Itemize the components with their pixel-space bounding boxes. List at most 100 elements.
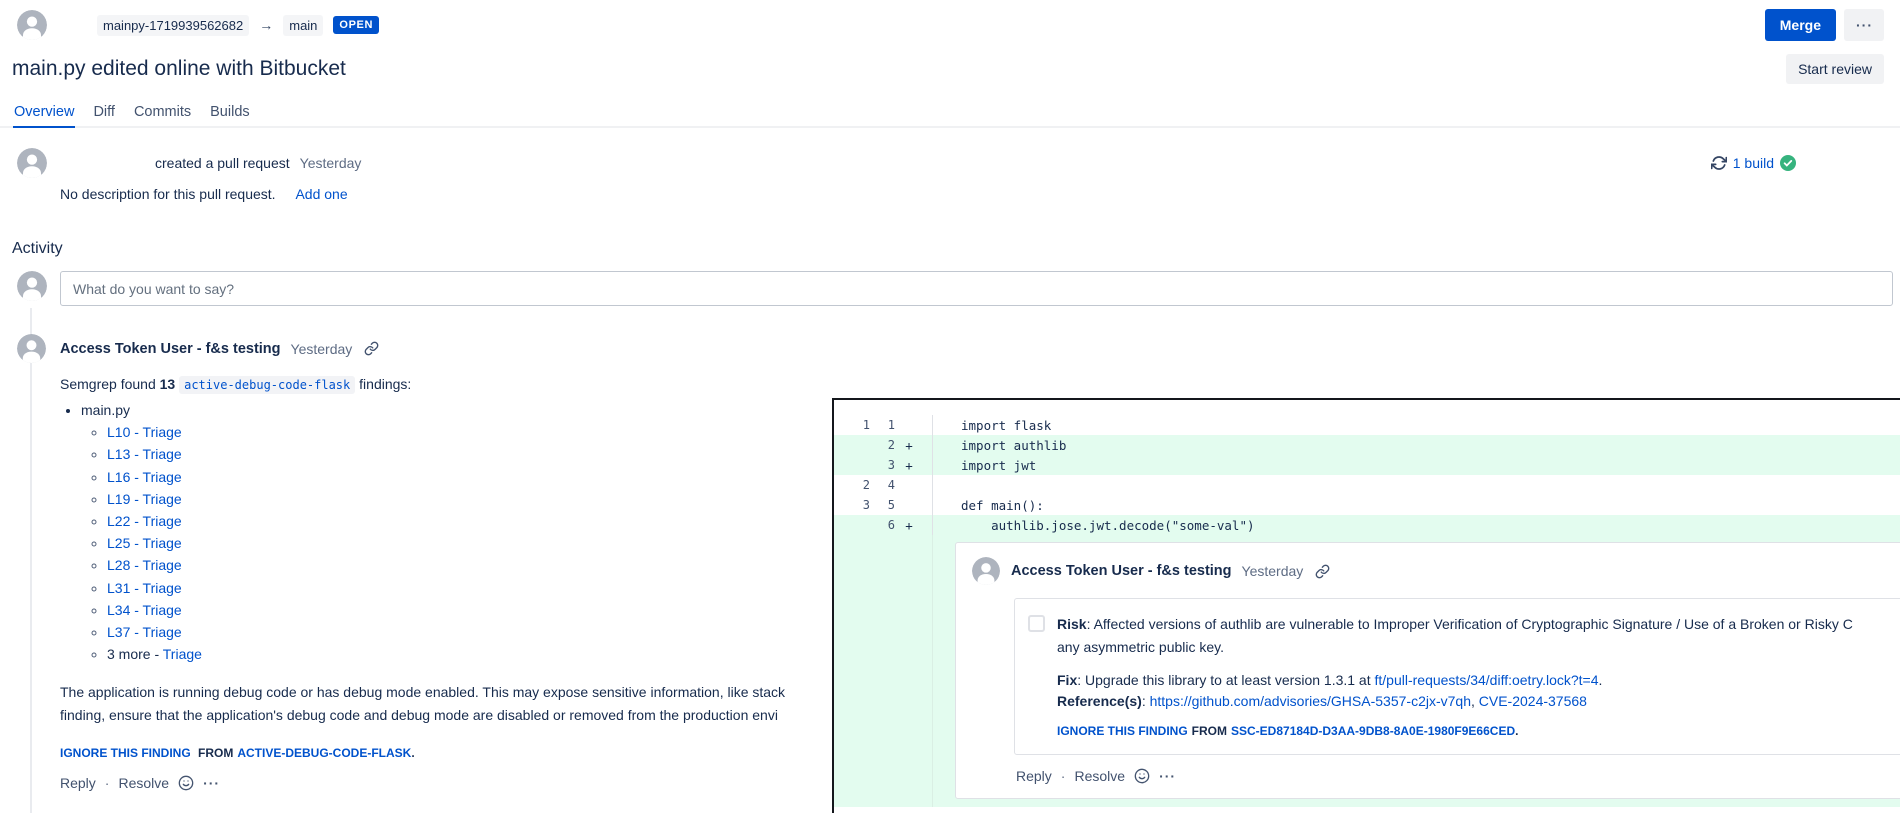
target-branch-lozenge[interactable]: main: [283, 15, 323, 36]
new-line-number: 6: [870, 518, 895, 532]
code-content: import flask: [932, 415, 1900, 435]
ignore-from-text: FROM: [198, 746, 233, 760]
finding-link[interactable]: L16 - Triage: [107, 469, 182, 485]
code-content: import authlib: [932, 435, 1900, 455]
source-branch-lozenge[interactable]: mainpy-1719939562682: [97, 15, 249, 36]
finding-link[interactable]: L19 - Triage: [107, 491, 182, 507]
inline-comment-author[interactable]: Access Token User - f&s testing: [1011, 563, 1232, 579]
start-review-button[interactable]: Start review: [1786, 54, 1884, 84]
avatar: [972, 557, 1000, 585]
semgrep-summary: Semgrep found 13 active-debug-code-flask…: [60, 376, 1900, 392]
vulnerability-details-box: Risk: Affected versions of authlib are v…: [1014, 598, 1900, 755]
ignore-from-text: FROM: [1192, 724, 1227, 738]
new-line-number: 1: [870, 418, 895, 432]
references-row: Reference(s): https://github.com/advisor…: [1057, 693, 1900, 709]
reply-button[interactable]: Reply: [60, 775, 96, 791]
add-reaction-icon[interactable]: [1134, 768, 1150, 784]
code-line-added[interactable]: 6+ authlib.jose.jwt.decode("some-val"): [834, 515, 1900, 535]
old-line-number: 3: [834, 498, 870, 512]
comment-more-icon[interactable]: ···: [203, 775, 220, 791]
fix-text: : Upgrade this library to at least versi…: [1077, 672, 1374, 688]
code-content: [932, 475, 1900, 495]
finding-link[interactable]: L28 - Triage: [107, 557, 182, 573]
avatar: [17, 334, 46, 363]
merge-button[interactable]: Merge: [1765, 9, 1836, 41]
inline-comment-actions: Reply · Resolve ···: [1016, 768, 1900, 784]
new-line-number: 2: [870, 438, 895, 452]
inline-comment-region: Access Token User - f&s testing Yesterda…: [834, 535, 1900, 807]
findings-count: 13: [160, 376, 176, 392]
inline-comment-gutter: [834, 535, 932, 807]
tab-overview[interactable]: Overview: [13, 102, 75, 128]
avatar: [17, 148, 47, 178]
risk-label: Risk: [1057, 616, 1087, 632]
reply-button[interactable]: Reply: [1016, 768, 1052, 784]
more-findings-link[interactable]: Triage: [163, 646, 202, 662]
fix-label: Fix: [1057, 672, 1077, 688]
more-findings-text: 3 more -: [107, 646, 163, 662]
code-content: import jwt: [932, 455, 1900, 475]
fix-row: Fix: Upgrade this library to at least ve…: [1057, 672, 1900, 688]
comment-input[interactable]: [60, 271, 1893, 306]
finding-link[interactable]: L34 - Triage: [107, 602, 182, 618]
finding-link[interactable]: L13 - Triage: [107, 446, 182, 462]
code-line-added[interactable]: 3+ import jwt: [834, 455, 1900, 475]
code-line-added[interactable]: 2+ import authlib: [834, 435, 1900, 455]
add-reaction-icon[interactable]: [178, 775, 194, 791]
tab-commits[interactable]: Commits: [133, 102, 192, 128]
code-line[interactable]: 24: [834, 475, 1900, 495]
resolve-button[interactable]: Resolve: [118, 775, 169, 791]
builds-count-link[interactable]: 1 build: [1733, 155, 1774, 171]
comma: ,: [1471, 693, 1479, 709]
tab-diff[interactable]: Diff: [92, 102, 116, 128]
risk-text: Risk: Affected versions of authlib are v…: [1057, 613, 1853, 659]
inline-comment-header: Access Token User - f&s testing Yesterda…: [972, 557, 1900, 585]
file-label: main.py: [81, 402, 130, 418]
finding-link[interactable]: L22 - Triage: [107, 513, 182, 529]
ignore-finding-link[interactable]: IGNORE THIS FINDING: [60, 746, 191, 760]
summary-prefix: Semgrep found: [60, 376, 156, 392]
diff-sign: +: [895, 438, 923, 453]
advisory-link[interactable]: https://github.com/advisories/GHSA-5357-…: [1150, 693, 1471, 709]
risk-line: : Affected versions of authlib are vulne…: [1087, 616, 1853, 632]
pr-header-row: mainpy-1719939562682 → main OPEN Merge ·…: [17, 8, 1884, 42]
cve-link[interactable]: CVE-2024-37568: [1479, 693, 1587, 709]
branch-arrow-icon: →: [259, 17, 273, 33]
title-row: main.py edited online with Bitbucket Sta…: [12, 54, 1884, 84]
ignore-target-link[interactable]: ACTIVE-DEBUG-CODE-FLASK: [237, 746, 411, 760]
finding-link[interactable]: L10 - Triage: [107, 424, 182, 440]
code-line[interactable]: 11 import flask: [834, 415, 1900, 435]
code-line[interactable]: 35 def main():: [834, 495, 1900, 515]
builds-status: 1 build: [1711, 155, 1796, 171]
builds-sync-icon: [1711, 155, 1727, 171]
diff-sign: +: [895, 458, 923, 473]
tab-builds[interactable]: Builds: [209, 102, 251, 128]
comment-header: Access Token User - f&s testing Yesterda…: [17, 334, 1900, 363]
more-options-button[interactable]: ···: [1844, 9, 1884, 41]
avatar: [17, 271, 47, 301]
comment-author[interactable]: Access Token User - f&s testing: [60, 341, 281, 357]
created-time: Yesterday: [300, 155, 362, 171]
risk-line: any asymmetric public key.: [1057, 636, 1853, 659]
finding-checkbox[interactable]: [1028, 615, 1045, 632]
finding-link[interactable]: L37 - Triage: [107, 624, 182, 640]
pr-tabs: Overview Diff Commits Builds: [0, 102, 1900, 128]
created-pr-text: created a pull request: [155, 155, 290, 171]
inline-comment-card: Access Token User - f&s testing Yesterda…: [955, 542, 1900, 799]
avatar[interactable]: [17, 10, 47, 40]
old-line-number: 2: [834, 478, 870, 492]
inline-comment-time: Yesterday: [1242, 563, 1304, 579]
period: .: [1599, 672, 1603, 688]
comment-more-icon[interactable]: ···: [1159, 768, 1176, 784]
finding-link[interactable]: L31 - Triage: [107, 580, 182, 596]
permalink-icon[interactable]: [364, 341, 379, 356]
ignore-target-link[interactable]: SSC-ED87184D-D3AA-9DB8-8A0E-1980F9E66CED: [1231, 724, 1515, 738]
add-description-link[interactable]: Add one: [295, 186, 347, 202]
permalink-icon[interactable]: [1315, 564, 1330, 579]
ignore-finding-link[interactable]: IGNORE THIS FINDING: [1057, 724, 1188, 738]
summary-suffix: findings:: [359, 376, 411, 392]
fix-link[interactable]: ft/pull-requests/34/diff:oetry.lock?t=4: [1375, 672, 1599, 688]
no-description-text: No description for this pull request.: [60, 186, 276, 202]
resolve-button[interactable]: Resolve: [1074, 768, 1125, 784]
finding-link[interactable]: L25 - Triage: [107, 535, 182, 551]
